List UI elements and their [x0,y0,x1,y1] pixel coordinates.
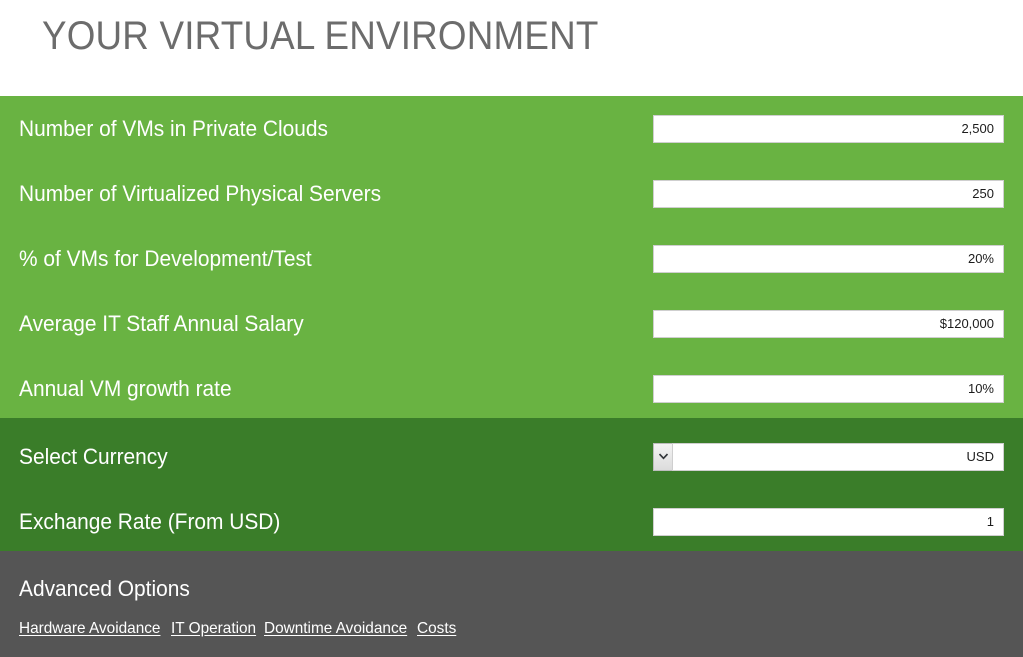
row-percent-vms-dev-test: % of VMs for Development/Test [0,226,1023,291]
row-select-currency: Select Currency USD [0,424,1023,489]
advanced-options-links: Hardware Avoidance IT Operation Downtime… [19,618,458,642]
label-select-currency: Select Currency [19,443,168,469]
page-header: YOUR VIRTUAL ENVIRONMENT [0,0,1023,96]
label-annual-vm-growth-rate: Annual VM growth rate [19,375,232,401]
row-virtualized-physical-servers: Number of Virtualized Physical Servers [0,161,1023,226]
input-it-staff-salary[interactable] [653,309,1004,338]
input-annual-vm-growth-rate[interactable] [653,374,1004,403]
field-wrap-percent-vms-dev-test [653,244,1004,273]
link-costs[interactable]: Costs [417,618,456,640]
environment-inputs-section: Number of VMs in Private Clouds Number o… [0,96,1023,418]
input-percent-vms-dev-test[interactable] [653,244,1004,273]
row-annual-vm-growth-rate: Annual VM growth rate [0,356,1023,421]
label-it-staff-salary: Average IT Staff Annual Salary [19,310,304,336]
link-hardware-avoidance[interactable]: Hardware Avoidance [19,618,160,640]
row-exchange-rate: Exchange Rate (From USD) [0,489,1023,554]
field-wrap-vms-private-clouds [653,114,1004,143]
label-vms-private-clouds: Number of VMs in Private Clouds [19,115,328,141]
field-wrap-exchange-rate [653,507,1004,536]
chevron-down-icon [658,453,668,460]
currency-select[interactable]: USD [653,442,1004,471]
row-vms-private-clouds: Number of VMs in Private Clouds [0,96,1023,161]
advanced-options-heading: Advanced Options [19,576,190,601]
currency-dropdown-button[interactable] [653,442,672,471]
label-exchange-rate: Exchange Rate (From USD) [19,508,281,534]
field-wrap-annual-vm-growth-rate [653,374,1004,403]
label-virtualized-physical-servers: Number of Virtualized Physical Servers [19,180,382,206]
label-percent-vms-dev-test: % of VMs for Development/Test [19,245,312,271]
calculator-page: YOUR VIRTUAL ENVIRONMENT Number of VMs i… [0,0,1023,657]
field-wrap-it-staff-salary [653,309,1004,338]
currency-section: Select Currency USD Exchange Rate (From … [0,418,1023,551]
link-it-operation[interactable]: IT Operation [171,618,256,640]
input-virtualized-physical-servers[interactable] [653,179,1004,208]
field-wrap-virtualized-physical-servers [653,179,1004,208]
page-title: YOUR VIRTUAL ENVIRONMENT [42,14,599,58]
input-vms-private-clouds[interactable] [653,114,1004,143]
row-it-staff-salary: Average IT Staff Annual Salary [0,291,1023,356]
input-exchange-rate[interactable] [653,507,1004,536]
currency-selected-value[interactable]: USD [672,442,1004,471]
link-downtime-avoidance[interactable]: Downtime Avoidance [264,618,407,640]
